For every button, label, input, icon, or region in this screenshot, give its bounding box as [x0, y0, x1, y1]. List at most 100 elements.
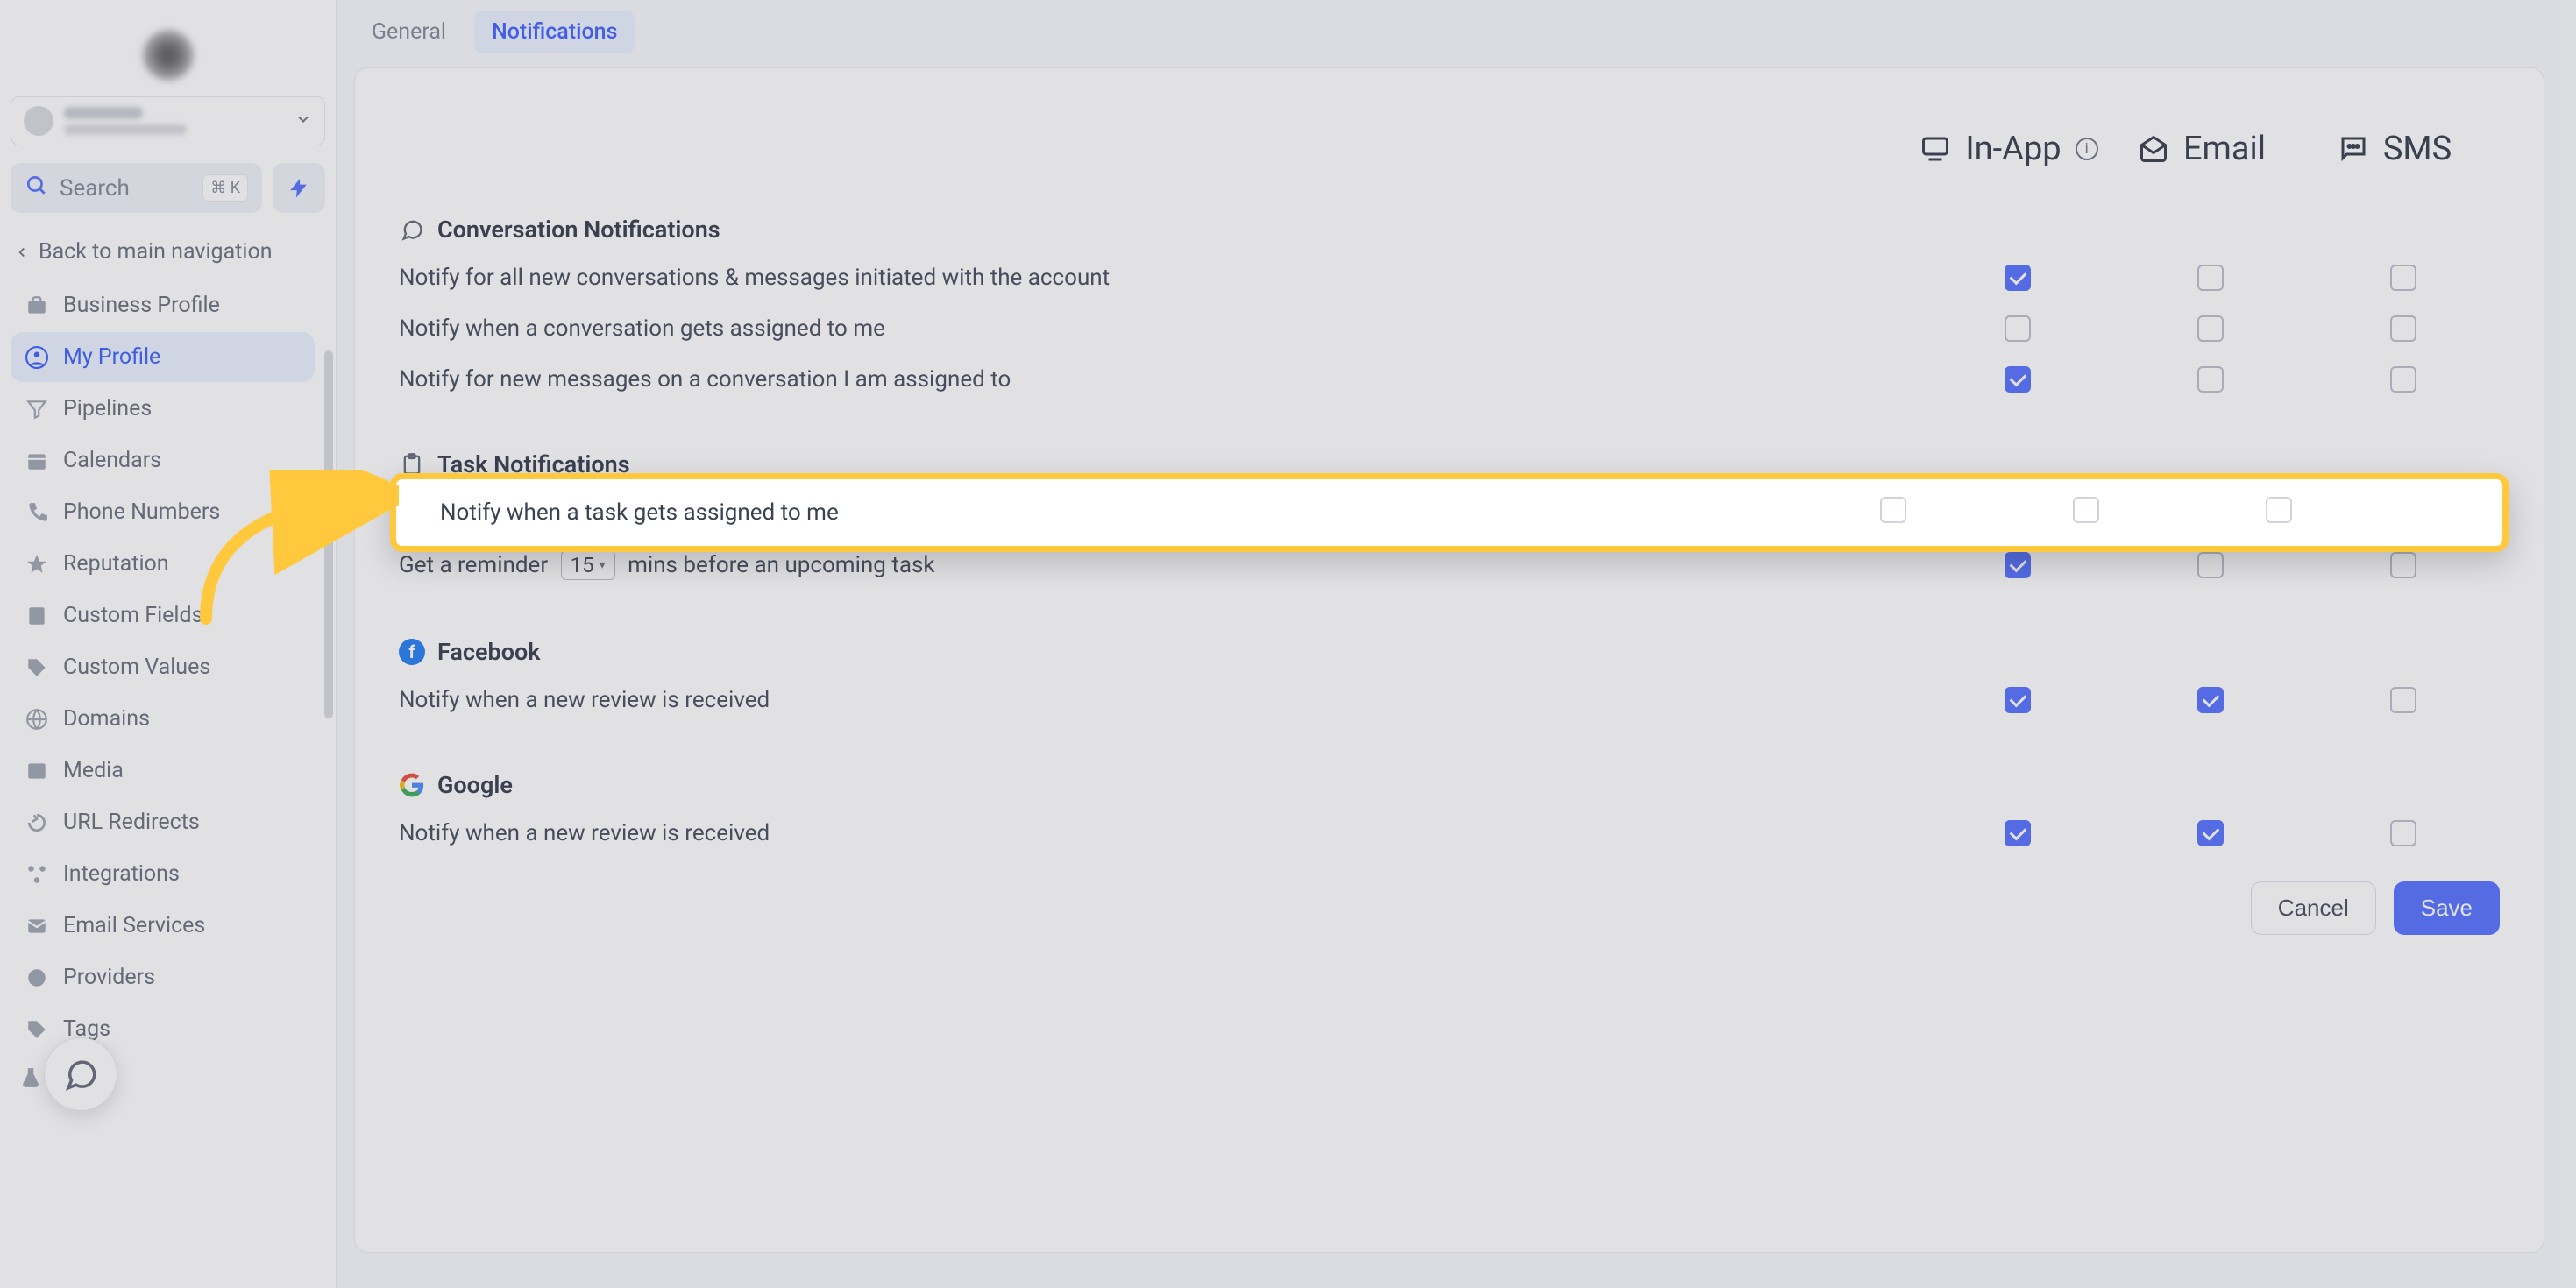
star-icon — [25, 552, 49, 577]
sidebar-item-my-profile[interactable]: My Profile — [11, 332, 315, 382]
checkbox-in-app[interactable] — [2005, 552, 2031, 578]
search-icon — [25, 173, 47, 202]
google-icon — [399, 773, 425, 797]
sidebar: Search ⌘ K Back to main navigation Busin… — [0, 0, 337, 1288]
checkbox-email[interactable] — [2197, 820, 2224, 846]
reminder-value: 15 — [571, 553, 594, 577]
sidebar-item-label: Email Services — [63, 913, 205, 938]
sidebar-item-url-redirects[interactable]: URL Redirects — [11, 797, 315, 847]
checkbox-in-app[interactable] — [2005, 315, 2031, 342]
section-conversation: Conversation Notifications — [399, 200, 2500, 252]
back-to-main-nav[interactable]: Back to main navigation — [11, 232, 325, 280]
providers-icon — [25, 966, 49, 990]
row-label: Notify for all new conversations & messa… — [399, 265, 1921, 291]
channel-label: SMS — [2383, 130, 2452, 168]
checkbox-sms[interactable] — [2390, 687, 2416, 713]
main-content: General Notifications In-App i Email SMS — [337, 0, 2576, 1288]
row-label: Notify when a task gets assigned to me — [408, 499, 1880, 526]
row-label: Notify when a conversation gets assigned… — [399, 315, 1921, 342]
search-input[interactable]: Search ⌘ K — [11, 163, 262, 213]
checkbox-in-app[interactable] — [2005, 820, 2031, 846]
sidebar-item-custom-values[interactable]: Custom Values — [11, 642, 315, 692]
message-icon — [2338, 133, 2369, 165]
checkbox-sms[interactable] — [2390, 315, 2416, 342]
sidebar-item-label: Business Profile — [63, 293, 220, 318]
account-text — [64, 107, 284, 135]
channel-sms: SMS — [2298, 130, 2491, 168]
checkbox-in-app[interactable] — [1880, 497, 1906, 523]
facebook-icon: f — [399, 639, 425, 665]
sidebar-item-label: Reputation — [63, 551, 169, 577]
checkbox-email[interactable] — [2197, 552, 2224, 578]
tab-general[interactable]: General — [354, 11, 464, 53]
section-title-label: Facebook — [437, 638, 541, 666]
sidebar-item-labs[interactable]: new 3 — [11, 1056, 315, 1106]
sidebar-item-providers[interactable]: Providers — [11, 952, 315, 1002]
channel-header-row: In-App i Email SMS — [399, 103, 2500, 200]
chat-icon — [399, 217, 425, 242]
sidebar-item-label: Domains — [63, 706, 150, 732]
checkbox-email[interactable] — [2197, 687, 2224, 713]
channel-in-app: In-App i — [1912, 130, 2105, 168]
chevron-down-icon — [295, 108, 312, 134]
checkbox-sms[interactable] — [2390, 552, 2416, 578]
account-switcher[interactable] — [11, 96, 325, 145]
chevron-down-icon: ▾ — [600, 558, 606, 572]
checkbox-sms[interactable] — [2266, 497, 2292, 523]
notification-row: Notify when a conversation gets assigned… — [399, 303, 2500, 354]
sidebar-item-business-profile[interactable]: Business Profile — [11, 280, 315, 330]
checkbox-in-app[interactable] — [2005, 687, 2031, 713]
form-actions: Cancel Save — [399, 859, 2500, 935]
cancel-button[interactable]: Cancel — [2251, 881, 2376, 935]
channel-label: Email — [2183, 130, 2266, 168]
settings-tabs: General Notifications — [337, 0, 2576, 67]
monitor-icon — [1920, 133, 1951, 165]
reminder-post-text: mins before an upcoming task — [628, 552, 935, 578]
sidebar-item-domains[interactable]: Domains — [11, 694, 315, 744]
sidebar-item-pipelines[interactable]: Pipelines — [11, 384, 315, 434]
checkbox-email[interactable] — [2197, 265, 2224, 291]
sidebar-item-label: Pipelines — [63, 396, 152, 421]
account-avatar-row — [11, 9, 325, 96]
sidebar-item-label: My Profile — [63, 344, 160, 370]
sidebar-item-label: Media — [63, 758, 124, 783]
sidebar-item-label: Custom Values — [63, 655, 210, 680]
callout-arrow-icon — [180, 470, 399, 627]
filter-icon — [25, 397, 49, 421]
section-title-label: Conversation Notifications — [437, 216, 720, 244]
checkbox-sms[interactable] — [2390, 265, 2416, 291]
chat-widget-button[interactable] — [44, 1037, 117, 1111]
reminder-minutes-select[interactable]: 15 ▾ — [561, 550, 615, 580]
checkbox-email[interactable] — [2073, 497, 2099, 523]
quick-action-button[interactable] — [273, 163, 325, 213]
checkbox-email[interactable] — [2197, 315, 2224, 342]
sidebar-item-label: URL Redirects — [63, 810, 200, 835]
checkbox-email[interactable] — [2197, 366, 2224, 393]
nodes-icon — [25, 862, 49, 887]
sidebar-item-media[interactable]: Media — [11, 746, 315, 796]
sidebar-item-email-services[interactable]: Email Services — [11, 901, 315, 951]
user-circle-icon — [25, 345, 49, 370]
reminder-pre-text: Get a reminder — [399, 552, 548, 578]
tags-icon — [25, 1017, 49, 1042]
flask-icon — [19, 1066, 42, 1095]
checkbox-in-app[interactable] — [2005, 366, 2031, 393]
checkbox-sms[interactable] — [2390, 820, 2416, 846]
tag-icon — [25, 655, 49, 680]
search-placeholder: Search — [60, 175, 130, 202]
account-avatar — [143, 30, 194, 81]
notification-row: Notify for all new conversations & messa… — [399, 252, 2500, 303]
highlight-callout: Notify when a task gets assigned to me — [390, 473, 2509, 552]
notifications-panel: In-App i Email SMS Conversation Notifica… — [354, 67, 2544, 1253]
checkbox-sms[interactable] — [2390, 366, 2416, 393]
checkbox-in-app[interactable] — [2005, 265, 2031, 291]
mail-icon — [25, 914, 49, 938]
section-facebook: f Facebook — [399, 622, 2500, 675]
row-label: Notify for new messages on a conversatio… — [399, 366, 1921, 393]
tab-notifications[interactable]: Notifications — [474, 11, 635, 53]
account-icon — [24, 106, 53, 136]
sidebar-item-integrations[interactable]: Integrations — [11, 849, 315, 899]
info-icon[interactable]: i — [2076, 138, 2098, 160]
image-icon — [25, 759, 49, 783]
save-button[interactable]: Save — [2394, 881, 2500, 935]
